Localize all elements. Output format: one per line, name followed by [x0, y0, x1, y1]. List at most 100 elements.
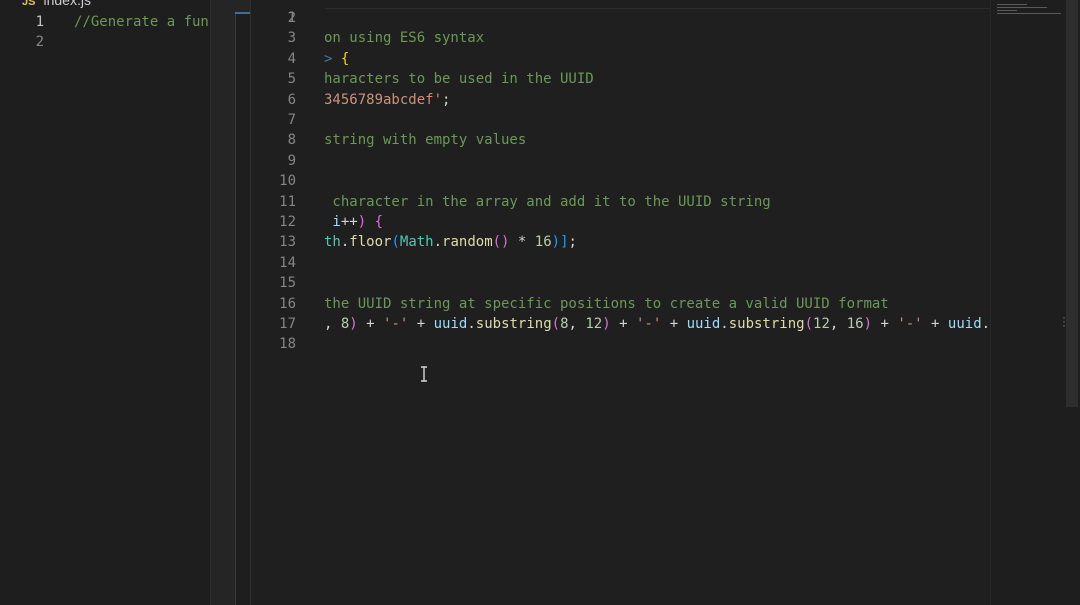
code-token: random [442, 234, 493, 251]
code-text: //Generate a func [74, 14, 218, 30]
active-indicator [235, 12, 251, 14]
code-token: { [340, 50, 350, 67]
code-token: ; [442, 91, 451, 108]
line-number: 2 [35, 34, 44, 50]
editor-line[interactable]: 6 3456789abcdef'; [251, 90, 991, 110]
code-token: i [324, 214, 341, 230]
code-token: . [467, 316, 476, 332]
line-number: 16 [279, 295, 296, 312]
collapsed-panel-inner [235, 12, 251, 605]
code-token: substring [475, 316, 552, 332]
minimap-line [997, 4, 1027, 5]
code-token: character in the array and add it to the… [324, 193, 771, 210]
line-number: 10 [279, 173, 296, 190]
code-token: + [610, 316, 636, 332]
code-token: floor [349, 234, 392, 251]
minimap-line [997, 7, 1047, 8]
code-text: th.floor(Math.random() * 16)]; [324, 232, 577, 252]
line-number: 2 [287, 10, 296, 26]
code-token: ) [863, 316, 873, 332]
editor-line[interactable]: 14 [251, 253, 991, 273]
code-token: uuid [686, 316, 721, 332]
code-token: Math [399, 234, 434, 251]
code-text: the UUID string at specific positions to… [324, 294, 889, 314]
code-text: string with empty values [324, 130, 526, 150]
editor-line-partial: 1 [251, 0, 991, 26]
code-token: substring [728, 316, 805, 332]
vertical-scrollbar-thumb[interactable] [1066, 0, 1078, 407]
line-number: 3 [287, 30, 296, 47]
code-token: ++ [340, 214, 358, 230]
code-token: , [829, 316, 847, 332]
vertical-dots-icon[interactable]: · · · [1061, 314, 1067, 332]
editor-line[interactable]: 9 [251, 151, 991, 171]
line-number: 15 [279, 275, 296, 292]
line-number: 13 [279, 234, 296, 251]
code-token: '-' [635, 316, 662, 332]
editor-line[interactable]: 7 [251, 110, 991, 130]
editor-line[interactable]: 2 [251, 8, 991, 28]
code-text: , 8) + '-' + uuid.substring(8, 12) + '-'… [324, 314, 991, 334]
code-token: { [374, 214, 384, 230]
ibeam-cursor-icon [421, 366, 427, 382]
minimap-line [997, 10, 1017, 11]
code-token: ( [551, 316, 561, 332]
line-number: 6 [287, 91, 296, 108]
code-token: th [324, 234, 341, 251]
code-token: uuid [433, 316, 468, 332]
editor-line[interactable]: 4 > { [251, 49, 991, 69]
file-tab-index-js[interactable]: JS index.js [22, 0, 91, 10]
line-number: 1 [35, 14, 44, 30]
code-token: , [324, 316, 341, 332]
code-token: . [433, 234, 443, 251]
line-number: 8 [287, 132, 296, 149]
editor-line[interactable]: 11 character in the array and add it to … [251, 192, 991, 212]
left-editor-pane[interactable]: JS index.js 1 //Generate a func 2 [0, 0, 218, 605]
code-token: string with empty values [324, 132, 527, 149]
left-editor-line[interactable]: 1 //Generate a func [0, 12, 218, 32]
editor-line[interactable]: 18 [251, 334, 991, 354]
editor-line[interactable]: 15 [251, 273, 991, 293]
editor-line[interactable]: 8 string with empty values [251, 130, 991, 150]
code-token: on using ES6 syntax [324, 30, 485, 47]
code-token: ) [602, 316, 611, 332]
left-editor-line[interactable]: 2 [0, 32, 44, 52]
code-token: the UUID string at specific positions to… [324, 295, 889, 312]
javascript-file-icon: JS [22, 0, 36, 8]
line-number: 4 [287, 50, 296, 67]
code-token: ) [357, 214, 367, 230]
code-token: 16 [534, 234, 552, 251]
code-token: 8 [560, 316, 569, 332]
main-editor-pane[interactable]: 1 2 3 on using ES6 syntax 4 > { 5 haracters to… [250, 0, 991, 605]
editor-line[interactable]: 16 the UUID string at specific positions … [251, 294, 991, 314]
code-text: > { [324, 49, 349, 69]
editor-line[interactable]: 17 , 8) + '-' + uuid.substring(8, 12) + '… [251, 314, 991, 334]
code-token: + [922, 316, 948, 332]
minimap-line [997, 13, 1061, 14]
code-token: + [357, 316, 384, 332]
code-text: character in the array and add it to the… [324, 192, 771, 212]
code-token: ] [560, 234, 569, 251]
code-token: '-' [897, 316, 923, 332]
line-number: 7 [287, 112, 296, 128]
editor-line[interactable]: 10 [251, 171, 991, 191]
collapsed-side-panel [210, 0, 251, 605]
code-token: + [661, 316, 687, 332]
code-token: uuid [947, 316, 982, 332]
editor-line[interactable]: 13 th.floor(Math.random() * 16)]; [251, 232, 991, 252]
code-token: + [872, 316, 898, 332]
code-text: 3456789abcdef'; [324, 90, 450, 110]
code-text: haracters to be used in the UUID [324, 69, 594, 89]
line-number: 12 [279, 214, 296, 230]
editor-line[interactable]: 3 on using ES6 syntax [251, 28, 991, 48]
code-token: , [568, 316, 586, 332]
code-token: . [720, 316, 729, 332]
code-token: ( [391, 234, 400, 251]
editor-line[interactable]: 5 haracters to be used in the UUID [251, 69, 991, 89]
file-tab-label: index.js [43, 0, 91, 8]
editor-line[interactable]: 12 i++) { [251, 212, 991, 232]
line-number: 5 [287, 71, 296, 88]
code-token: 3456789abcdef' [324, 91, 443, 108]
code-token: ( [804, 316, 814, 332]
